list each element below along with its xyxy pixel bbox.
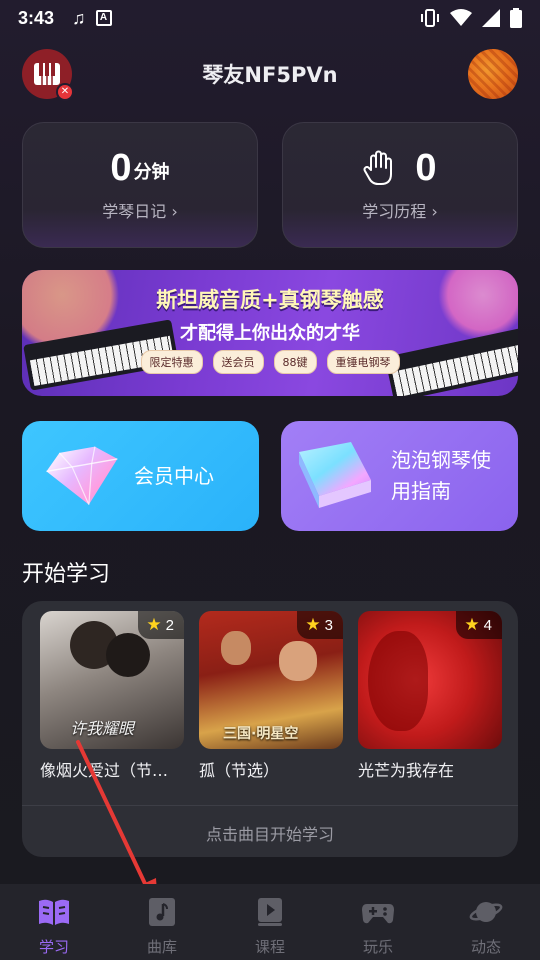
nav-item-courses[interactable]: 课程: [216, 884, 324, 960]
banner-tag: 重锤电钢琴: [326, 350, 400, 374]
banner-tag: 88键: [273, 350, 317, 374]
book-icon: [299, 442, 371, 508]
course-play-icon: [258, 898, 282, 926]
a-icon: A: [95, 10, 112, 26]
nav-label: 玩乐: [362, 938, 393, 956]
banner-tag: 送会员: [212, 350, 264, 374]
music-library-icon: [149, 898, 175, 926]
banner-tags: 限定特惠 送会员 88键 重锤电钢琴: [22, 350, 518, 374]
star-icon: ★: [464, 615, 480, 634]
song-cover: ★ 4: [358, 611, 502, 749]
difficulty-badge: ★ 3: [297, 611, 343, 639]
difficulty-badge: ★ 2: [138, 611, 184, 639]
nav-item-play[interactable]: 玩乐: [324, 884, 432, 960]
user-avatar[interactable]: [468, 49, 518, 99]
music-note-icon: ♫: [72, 7, 86, 28]
song-card[interactable]: 许我耀眼 ★ 2 像烟火爱过（节…: [40, 611, 184, 781]
piano-icon[interactable]: ✕: [22, 49, 74, 101]
practice-diary-card[interactable]: 0 分钟 学琴日记 ›: [22, 122, 258, 248]
divider: [22, 805, 518, 806]
nav-label: 动态: [470, 938, 501, 956]
vibrate-icon: [421, 9, 439, 27]
wifi-icon: [450, 9, 472, 26]
user-guide-label: 泡泡钢琴使用指南: [391, 448, 491, 503]
start-learning-hint: 点击曲目开始学习: [205, 825, 334, 844]
banner-title: 斯坦威音质+真钢琴触感: [156, 288, 384, 312]
user-guide-card[interactable]: 泡泡钢琴使用指南: [281, 421, 518, 531]
star-icon: ★: [146, 615, 162, 634]
status-bar: 3:43 ♫ A: [0, 0, 540, 36]
song-title: 光芒为我存在: [358, 761, 455, 780]
song-card[interactable]: 三国·明星空 ★ 3 孤（节选）: [199, 611, 343, 781]
song-card[interactable]: ★ 4 光芒为我存在: [358, 611, 502, 781]
nav-label: 课程: [254, 938, 285, 956]
nav-item-library[interactable]: 曲库: [108, 884, 216, 960]
learning-history-card[interactable]: 0 学习历程 ›: [282, 122, 518, 248]
practice-diary-link[interactable]: 学琴日记 ›: [102, 198, 178, 222]
header: ✕ 琴友NF5PVn: [22, 48, 518, 101]
banner-tag: 限定特惠: [140, 350, 203, 374]
vip-center-label: 会员中心: [134, 463, 214, 488]
status-time: 3:43: [18, 7, 55, 28]
hand-icon: [363, 150, 393, 185]
learning-history-link[interactable]: 学习历程 ›: [362, 198, 438, 222]
nav-item-learn[interactable]: 学习: [0, 884, 108, 960]
song-title: 像烟火爱过（节…: [40, 761, 169, 780]
difficulty-value: 4: [483, 616, 492, 634]
nav-item-feed[interactable]: 动态: [432, 884, 540, 960]
promo-banner[interactable]: 斯坦威音质+真钢琴触感 才配得上你出众的才华 限定特惠 送会员 88键 重锤电钢…: [22, 270, 518, 396]
cover-text: 三国·明星空: [223, 726, 299, 742]
song-cover: 三国·明星空 ★ 3: [199, 611, 343, 749]
practice-minutes-value: 0: [110, 147, 132, 189]
disconnect-badge-icon: ✕: [56, 83, 74, 101]
practice-minutes-unit: 分钟: [133, 162, 170, 183]
gamepad-icon: [362, 904, 394, 924]
banner-subtitle: 才配得上你出众的才华: [180, 323, 360, 344]
nav-label: 曲库: [146, 938, 177, 956]
bottom-nav: 学习 曲库 课程 玩乐 动态: [0, 884, 540, 960]
signal-icon: [482, 9, 500, 27]
song-title: 孤（节选）: [199, 761, 280, 780]
piano-keys-icon: [34, 63, 60, 85]
difficulty-value: 2: [165, 616, 174, 634]
learning-history-value: 0: [415, 147, 437, 189]
book-open-icon: [39, 899, 69, 925]
songs-panel: 许我耀眼 ★ 2 像烟火爱过（节… 三国·明星空 ★ 3 孤（节选） ★ 4 光…: [22, 601, 518, 857]
battery-icon: [510, 8, 522, 28]
status-icons: [420, 8, 522, 28]
page-title: 琴友NF5PVn: [202, 63, 338, 87]
star-icon: ★: [305, 615, 321, 634]
diamond-icon: [46, 446, 118, 505]
cover-text: 许我耀眼: [70, 719, 135, 738]
nav-label: 学习: [38, 938, 69, 956]
difficulty-value: 3: [324, 616, 333, 634]
song-cover: 许我耀眼 ★ 2: [40, 611, 184, 749]
vip-center-card[interactable]: 会员中心: [22, 421, 259, 531]
section-title: 开始学习: [22, 562, 111, 587]
planet-icon: [469, 902, 503, 922]
difficulty-badge: ★ 4: [456, 611, 502, 639]
